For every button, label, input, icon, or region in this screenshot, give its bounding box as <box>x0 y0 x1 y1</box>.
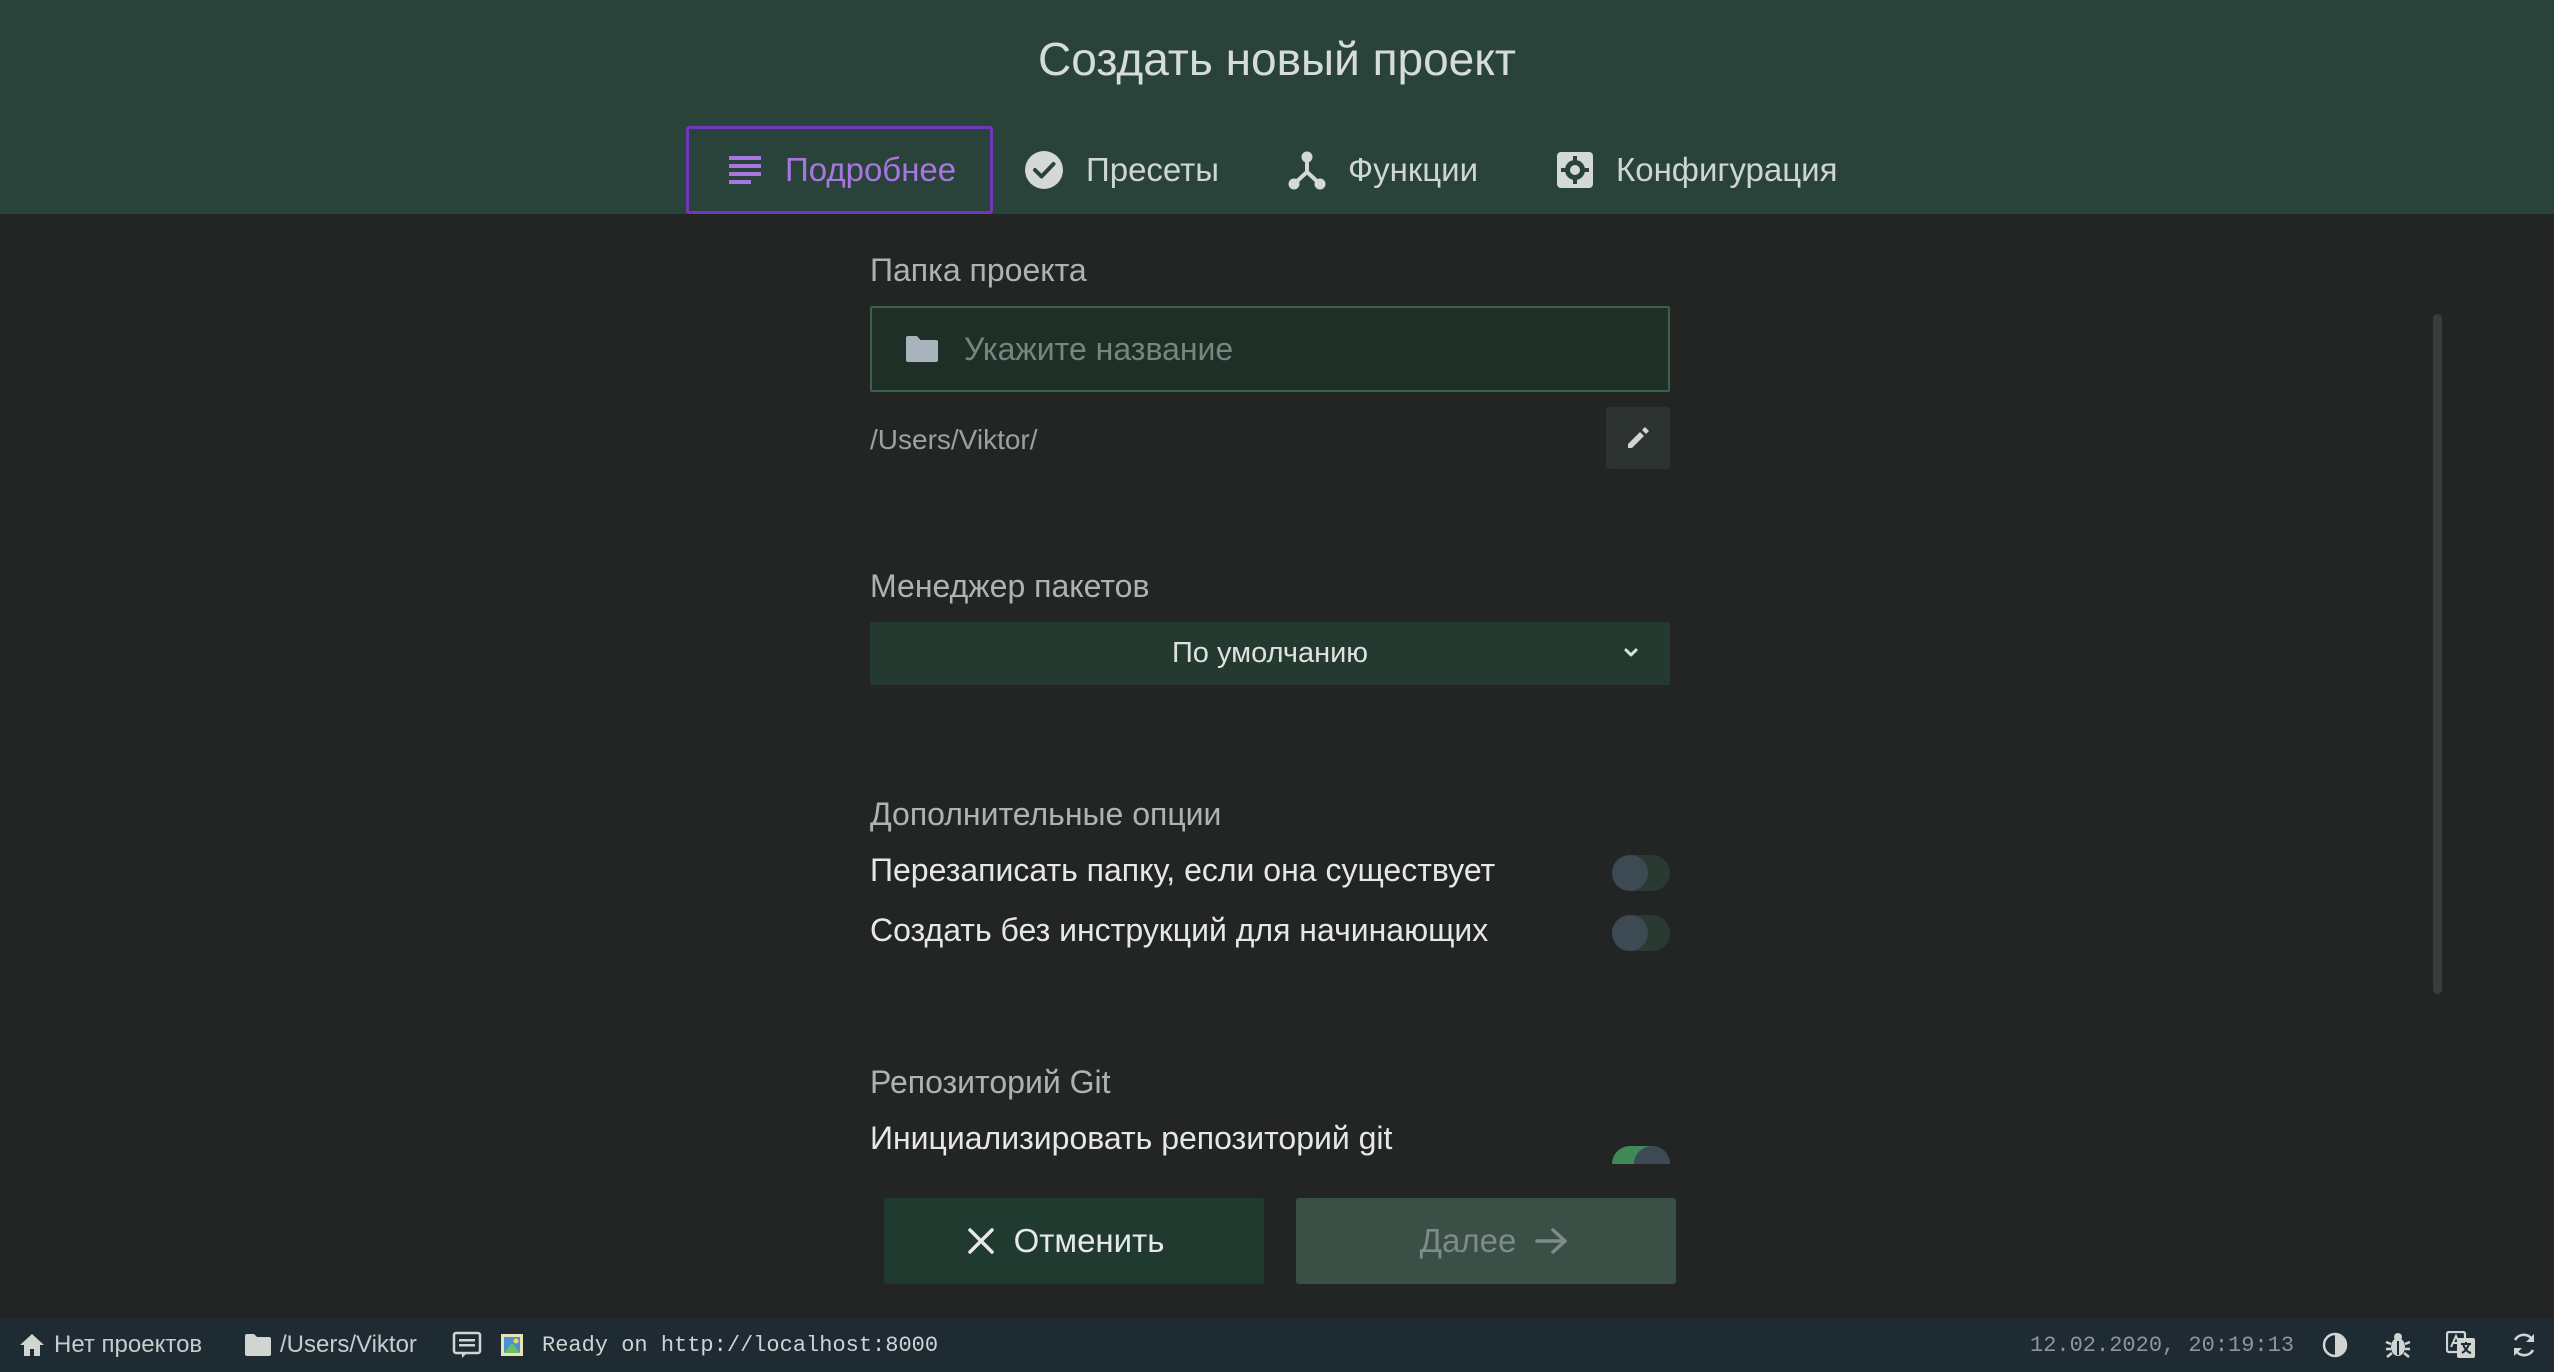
settings-app-icon <box>1557 152 1593 188</box>
console-log-button[interactable] <box>452 1318 482 1372</box>
projects-status[interactable]: Нет проектов <box>18 1318 202 1372</box>
check-circle-icon <box>1025 151 1063 189</box>
tab-presets-label: Пресеты <box>1086 151 1220 188</box>
status-bar: Нет проектов /Users/Viktor Ready on http… <box>0 1318 2554 1372</box>
cancel-button[interactable]: Отменить <box>884 1198 1264 1284</box>
git-init-label: Инициализировать репозиторий git <box>870 1120 1393 1156</box>
pencil-icon <box>1628 427 1649 448</box>
cwd-status-label: /Users/Viktor <box>280 1331 417 1358</box>
close-icon <box>967 1228 994 1254</box>
project-folder-field[interactable] <box>870 306 1670 392</box>
tab-configuration-label: Конфигурация <box>1616 151 1838 188</box>
edit-path-button[interactable] <box>1606 407 1670 469</box>
folder-icon <box>245 1334 271 1356</box>
refresh-button[interactable] <box>2510 1318 2538 1372</box>
tab-details-label: Подробнее <box>785 151 957 188</box>
skip-instructions-toggle[interactable] <box>1612 915 1670 951</box>
git-repo-label: Репозиторий Git <box>870 1064 1111 1100</box>
tab-features-label: Функции <box>1348 151 1479 188</box>
tab-configuration[interactable]: Конфигурация <box>1556 126 1837 214</box>
header: Создать новый проект Подробнее Пресеты Ф… <box>0 0 2554 214</box>
tab-presets[interactable]: Пресеты <box>1024 126 1219 214</box>
tab-features[interactable]: Функции <box>1288 126 1478 214</box>
projects-status-label: Нет проектов <box>54 1331 203 1358</box>
tab-bar: Подробнее Пресеты Функции Конфигурация <box>0 126 2554 214</box>
package-manager-value: По умолчанию <box>1171 637 1369 669</box>
package-manager-select[interactable]: По умолчанию <box>870 622 1670 685</box>
package-manager-label: Менеджер пакетов <box>870 568 1150 604</box>
next-button-label: Далее <box>1419 1222 1517 1259</box>
scrollbar[interactable] <box>2433 314 2442 994</box>
translate-button[interactable] <box>2446 1318 2476 1372</box>
next-button[interactable]: Далее <box>1296 1198 1676 1284</box>
tab-details[interactable]: Подробнее <box>686 126 994 214</box>
log-status-text: Ready on http://localhost:8000 <box>542 1332 939 1358</box>
project-path: /Users/Viktor/ <box>870 424 1038 455</box>
datetime-status: 12.02.2020, 20:19:13 <box>2030 1318 2294 1372</box>
log-status[interactable]: Ready on http://localhost:8000 <box>500 1318 938 1372</box>
arrow-right-icon <box>1535 1228 1568 1254</box>
folder-icon <box>906 336 938 362</box>
contrast-icon <box>2322 1332 2348 1358</box>
toggle-knob <box>1612 915 1648 951</box>
git-init-toggle[interactable] <box>1612 1146 1670 1164</box>
list-icon <box>729 156 761 184</box>
git-init-toggle-clip <box>1612 1140 1670 1164</box>
dark-mode-button[interactable] <box>2322 1318 2348 1372</box>
report-bug-button[interactable] <box>2384 1318 2412 1372</box>
toggle-knob <box>1612 855 1648 891</box>
bug-icon <box>2385 1333 2411 1358</box>
translate-icon <box>2446 1331 2475 1358</box>
project-folder-label: Папка проекта <box>870 252 1087 288</box>
log-type-icon <box>501 1334 523 1356</box>
refresh-icon <box>2513 1333 2535 1357</box>
extra-options-label: Дополнительные опции <box>870 796 1222 832</box>
skip-instructions-label: Создать без инструкций для начинающих <box>870 912 1489 948</box>
cancel-button-label: Отменить <box>1013 1222 1165 1259</box>
console-icon <box>452 1331 482 1358</box>
page-title: Создать новый проект <box>1038 33 1516 85</box>
datetime-text: 12.02.2020, 20:19:13 <box>2030 1332 2295 1358</box>
cwd-status[interactable]: /Users/Viktor <box>244 1318 417 1372</box>
toggle-knob <box>1634 1146 1670 1164</box>
project-name-input[interactable] <box>964 330 1644 368</box>
chevron-down-icon <box>1624 648 1638 657</box>
overwrite-folder-toggle[interactable] <box>1612 855 1670 891</box>
overwrite-folder-label: Перезаписать папку, если она существует <box>870 852 1496 888</box>
home-icon <box>20 1334 44 1356</box>
fork-icon <box>1288 151 1326 190</box>
